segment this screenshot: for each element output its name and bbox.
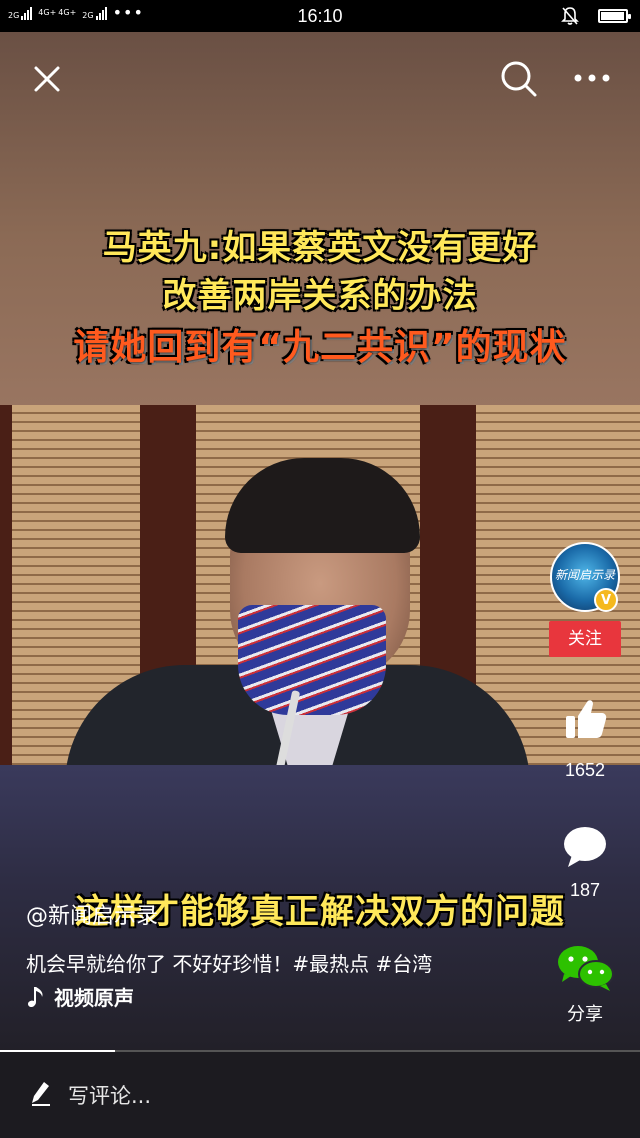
battery-level — [601, 12, 625, 20]
more-button[interactable] — [570, 66, 614, 90]
avatar-text: 新闻启示录 — [554, 568, 615, 582]
close-button[interactable] — [30, 62, 64, 96]
speaker-mask — [238, 605, 386, 715]
battery-icon — [598, 9, 631, 23]
status-right — [560, 6, 631, 26]
window-frame — [0, 405, 12, 765]
search-icon — [501, 61, 537, 97]
mute-bell-icon — [561, 7, 579, 25]
video-caption-line1: 马英九:如果蔡英文没有更好 — [102, 228, 538, 268]
comment-bubble-icon — [564, 827, 606, 867]
comment-button[interactable] — [562, 825, 608, 869]
like-button[interactable] — [560, 694, 610, 744]
verified-badge: V — [594, 588, 618, 612]
status-time: 16:10 — [297, 6, 343, 26]
comment-input[interactable]: 写评论... — [68, 1080, 151, 1110]
music-note-icon — [28, 986, 43, 1007]
more-icon — [574, 74, 610, 82]
search-button[interactable] — [500, 60, 538, 98]
share-button[interactable] — [556, 942, 616, 994]
like-count: 1652 — [564, 760, 606, 780]
follow-button[interactable]: 关注 — [549, 621, 621, 657]
status-bar: 2G 4G+ 4G+ 2G ••• 16:10 — [0, 0, 640, 32]
comment-count: 187 — [569, 880, 601, 900]
post-description: 机会早就给你了 不好好珍惜！#最热点 #台湾 — [26, 952, 433, 976]
author-handle[interactable]: @新闻启示录 — [26, 898, 158, 930]
video-caption-line2: 改善两岸关系的办法 — [162, 276, 478, 316]
pen-icon — [30, 1080, 52, 1106]
music-link[interactable]: 视频原声 — [26, 982, 134, 1011]
wechat-icon — [558, 946, 614, 991]
close-icon — [34, 66, 60, 92]
music-label: 视频原声 — [54, 986, 134, 1010]
thumbs-up-icon — [566, 700, 607, 738]
video-caption-line3: 请她回到有“九二共识”的现状 — [73, 327, 567, 368]
share-label: 分享 — [567, 1004, 603, 1025]
